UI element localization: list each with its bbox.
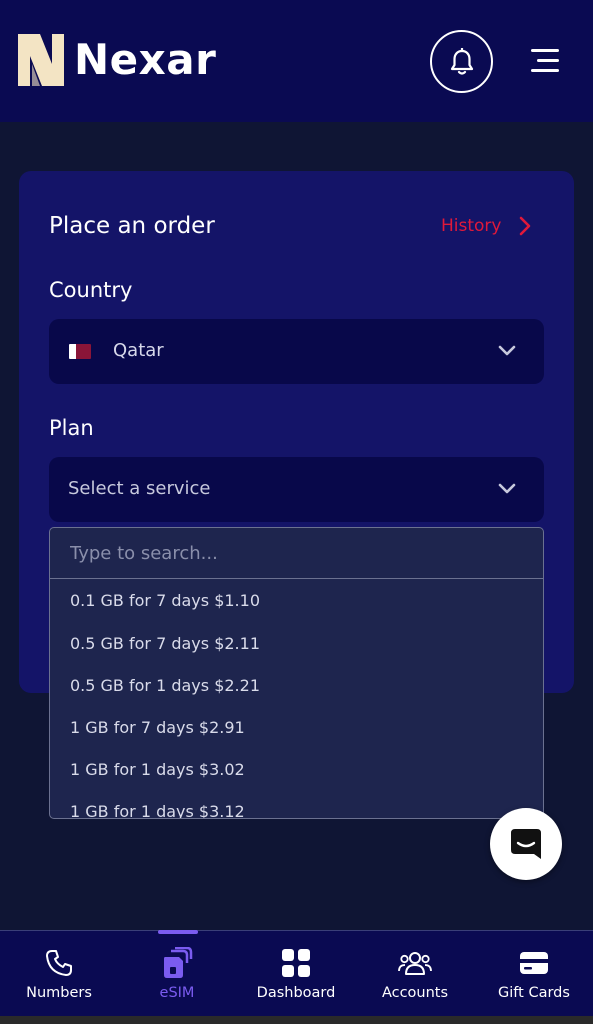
app-header: Nexar xyxy=(0,0,593,122)
plan-select[interactable]: Select a service xyxy=(49,457,544,522)
brand-logo[interactable]: Nexar xyxy=(18,34,216,86)
plan-label: Plan xyxy=(49,416,94,440)
phone-icon xyxy=(46,950,72,976)
plan-option[interactable]: 1 GB for 1 days $3.12 xyxy=(50,791,543,818)
plan-option[interactable]: 0.1 GB for 7 days $1.10 xyxy=(50,580,543,623)
dashboard-grid-icon xyxy=(282,949,310,977)
system-navigation-bar xyxy=(0,1016,593,1024)
nav-accounts-label: Accounts xyxy=(381,985,449,1001)
nav-dashboard-label: Dashboard xyxy=(256,985,336,1001)
plan-option[interactable]: 0.5 GB for 1 days $2.21 xyxy=(50,665,543,707)
hamburger-menu-icon[interactable] xyxy=(527,48,559,74)
plan-placeholder: Select a service xyxy=(68,478,211,499)
bell-icon xyxy=(450,47,473,75)
nav-numbers[interactable]: Numbers xyxy=(0,931,118,1017)
nav-gift-cards-label: Gift Cards xyxy=(498,985,570,1001)
country-label: Country xyxy=(49,278,133,302)
history-label: History xyxy=(441,216,502,236)
page-title: Place an order xyxy=(49,213,215,239)
chevron-right-icon xyxy=(520,216,531,236)
plan-search-input[interactable] xyxy=(50,528,543,579)
chevron-down-icon xyxy=(498,345,516,356)
nav-gift-cards[interactable]: Gift Cards xyxy=(475,931,593,1017)
nav-esim[interactable]: eSIM xyxy=(118,931,236,1017)
gift-card-icon xyxy=(520,952,548,974)
brand-name: Nexar xyxy=(74,35,217,84)
country-value: Qatar xyxy=(113,340,164,361)
nav-accounts[interactable]: Accounts xyxy=(356,931,474,1017)
nexar-logo-icon xyxy=(18,34,64,86)
esim-icon xyxy=(164,947,193,978)
notifications-button[interactable] xyxy=(430,30,493,93)
chat-support-button[interactable] xyxy=(490,808,562,880)
users-icon xyxy=(398,952,432,975)
nav-esim-label: eSIM xyxy=(159,985,195,1001)
nav-dashboard[interactable]: Dashboard xyxy=(237,931,355,1017)
country-select[interactable]: Qatar xyxy=(49,319,544,384)
plan-option[interactable]: 1 GB for 1 days $3.02 xyxy=(50,749,543,791)
plan-option[interactable]: 0.5 GB for 7 days $2.11 xyxy=(50,623,543,665)
nav-numbers-label: Numbers xyxy=(26,985,92,1001)
plan-dropdown: 0.1 GB for 7 days $1.10 0.5 GB for 7 day… xyxy=(49,527,544,819)
bottom-navigation: Numbers eSIM Dashboard Accounts Gift Car… xyxy=(0,930,593,1016)
history-link[interactable]: History xyxy=(441,216,531,236)
plan-option[interactable]: 1 GB for 7 days $2.91 xyxy=(50,707,543,749)
chevron-down-icon xyxy=(498,483,516,494)
qatar-flag-icon xyxy=(69,344,91,359)
chat-icon xyxy=(511,829,541,859)
plan-options-list: 0.1 GB for 7 days $1.10 0.5 GB for 7 day… xyxy=(50,580,543,818)
